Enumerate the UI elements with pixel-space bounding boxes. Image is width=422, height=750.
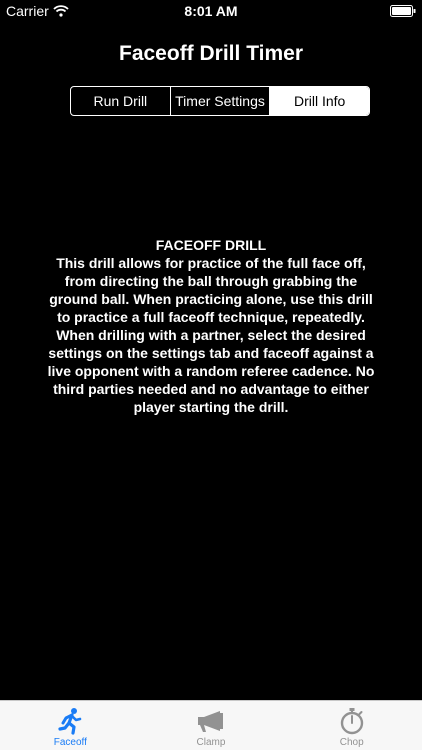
tab-faceoff[interactable]: Faceoff [0, 701, 141, 750]
segmented-control: Run Drill Timer Settings Drill Info [70, 86, 370, 116]
segment-timer-settings[interactable]: Timer Settings [169, 87, 270, 115]
battery-icon [390, 5, 416, 17]
megaphone-icon [198, 711, 223, 732]
tab-label-faceoff: Faceoff [53, 737, 87, 748]
drill-info-body: This drill allows for practice of the fu… [47, 255, 375, 415]
tab-label-chop: Chop [339, 737, 364, 748]
tab-chop[interactable]: Chop [281, 701, 422, 750]
tab-clamp[interactable]: Clamp [141, 701, 282, 750]
segment-drill-info[interactable]: Drill Info [269, 87, 369, 115]
tab-label-clamp: Clamp [196, 737, 226, 748]
segment-run-drill[interactable]: Run Drill [71, 87, 170, 115]
page-title: Faceoff Drill Timer [119, 42, 303, 65]
drill-info-text: FACEOFF DRILL This drill allows for prac… [46, 236, 376, 416]
tab-bar: Faceoff Clamp Chop [0, 700, 422, 750]
drill-info-heading: FACEOFF DRILL [155, 237, 267, 253]
stopwatch-icon [340, 708, 363, 735]
running-person-icon [58, 708, 82, 735]
status-bar: Carrier 8:01 AM [0, 0, 422, 22]
status-time: 8:01 AM [184, 3, 238, 19]
